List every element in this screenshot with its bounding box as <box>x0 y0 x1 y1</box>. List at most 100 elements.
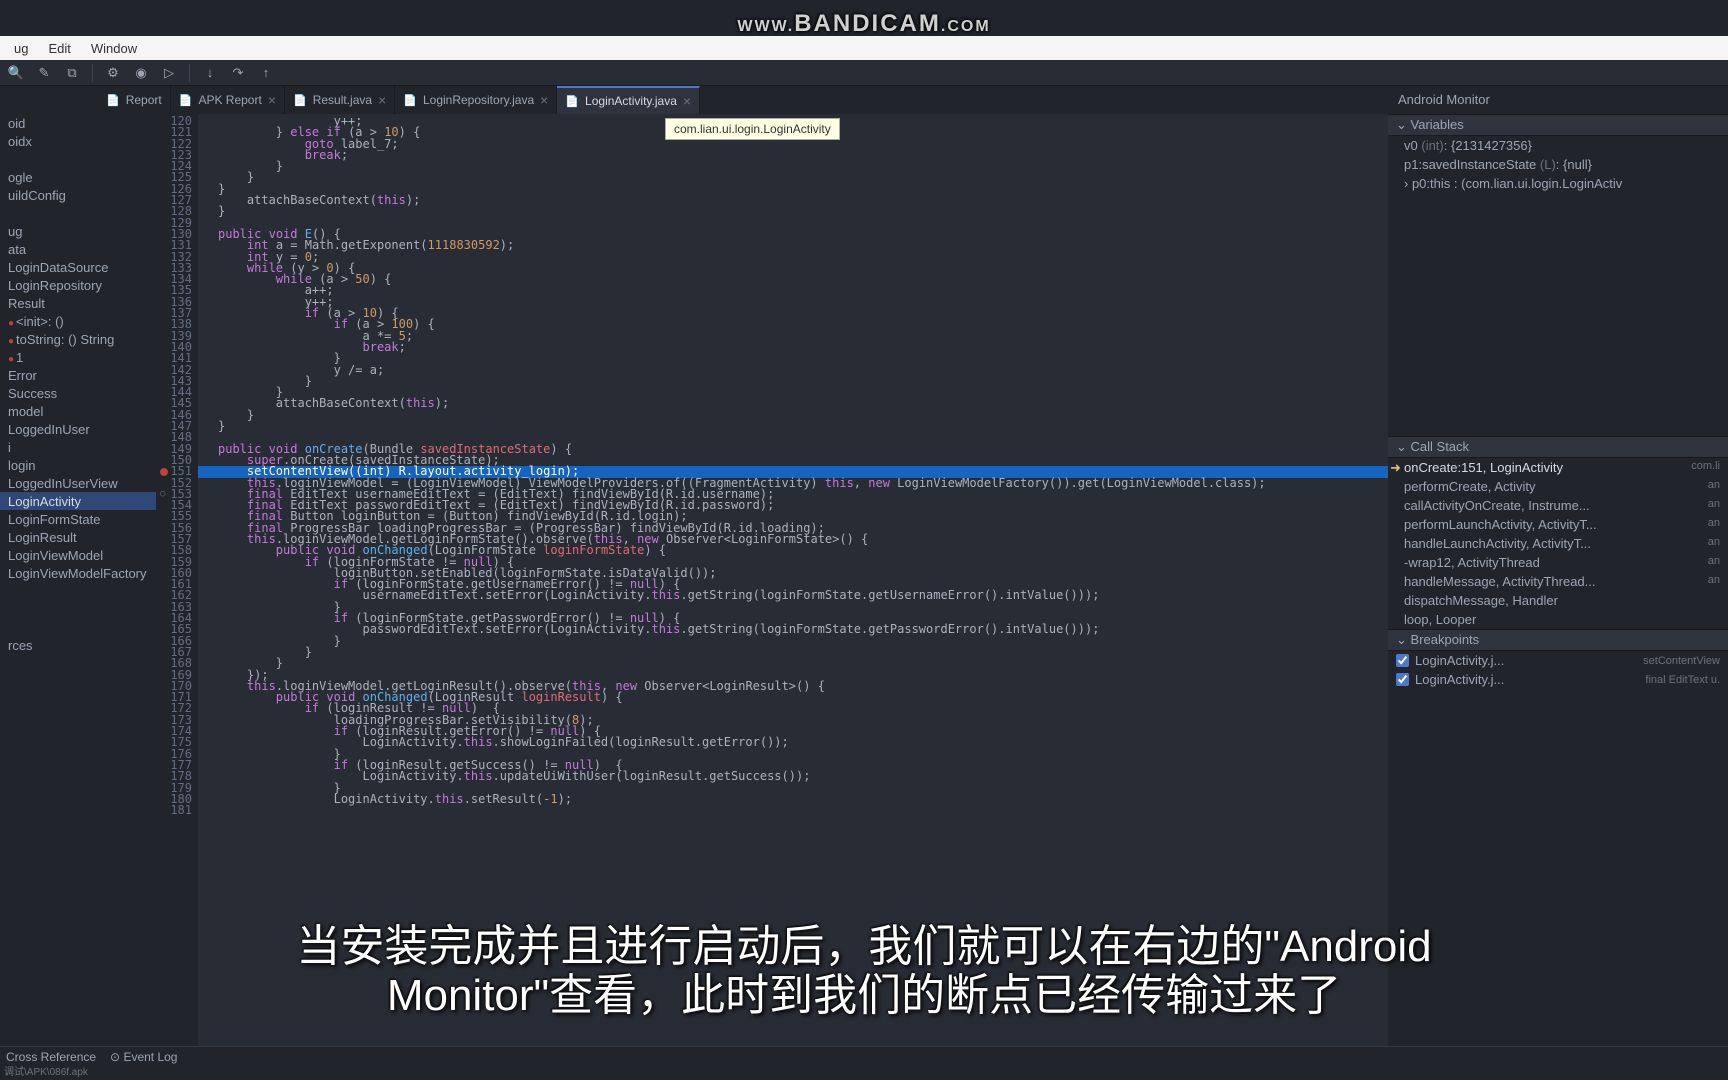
tree-item[interactable] <box>0 600 156 618</box>
tree-item[interactable]: login <box>0 456 156 474</box>
breakpoints-section-header[interactable]: Breakpoints <box>1388 629 1728 651</box>
code-line[interactable]: break; <box>198 150 1388 161</box>
callstack-section-header[interactable]: Call Stack <box>1388 436 1728 458</box>
code-line[interactable]: passwordEditText.setError(LoginActivity.… <box>198 624 1388 635</box>
line-number[interactable]: 181 <box>156 805 192 816</box>
tab-loginactivity-java[interactable]: 📄LoginActivity.java× <box>557 86 700 114</box>
menu-debug[interactable]: ug <box>4 41 38 56</box>
tree-item[interactable]: LoginViewModel <box>0 546 156 564</box>
code-line[interactable]: LoginActivity.this.setResult(-1); <box>198 794 1388 805</box>
code-line[interactable]: } <box>198 421 1388 432</box>
code-line[interactable]: } <box>198 172 1388 183</box>
tree-item[interactable] <box>0 150 156 168</box>
menu-window[interactable]: Window <box>81 41 147 56</box>
tree-item[interactable]: oid <box>0 114 156 132</box>
breakpoint-checkbox[interactable] <box>1396 673 1409 686</box>
copy-icon[interactable]: ⧉ <box>64 65 80 81</box>
record-icon[interactable]: ◉ <box>133 65 149 81</box>
tree-item[interactable] <box>0 204 156 222</box>
tree-item[interactable]: Success <box>0 384 156 402</box>
tab-report[interactable]: 📄Report <box>98 86 171 114</box>
code-line[interactable]: } <box>198 410 1388 421</box>
tree-item[interactable]: ogle <box>0 168 156 186</box>
code-editor[interactable]: y++; } else if (a > 10) { goto label_7; … <box>198 114 1388 1048</box>
tree-item[interactable]: Error <box>0 366 156 384</box>
tab-result-java[interactable]: 📄Result.java× <box>285 86 395 114</box>
search-icon[interactable]: 🔍 <box>8 65 24 81</box>
tree-item[interactable]: i <box>0 438 156 456</box>
tree-item[interactable]: oidx <box>0 132 156 150</box>
stack-frame[interactable]: handleLaunchActivity, ActivityT...an <box>1388 534 1728 553</box>
code-line[interactable]: } <box>198 161 1388 172</box>
tree-item[interactable]: uildConfig <box>0 186 156 204</box>
breakpoint-checkbox[interactable] <box>1396 654 1409 667</box>
step-over-icon[interactable]: ↷ <box>230 65 246 81</box>
project-tree[interactable]: oidoidx ogleuildConfig ugataLoginDataSourc… <box>0 114 156 1048</box>
tree-item[interactable]: LoggedInUser <box>0 420 156 438</box>
menu-edit[interactable]: Edit <box>38 41 80 56</box>
variables-section-header[interactable]: Variables <box>1388 114 1728 136</box>
tree-item[interactable]: LoginFormState <box>0 510 156 528</box>
code-line[interactable]: } <box>198 658 1388 669</box>
close-icon[interactable]: × <box>268 92 276 108</box>
tree-item[interactable]: LoggedInUserView <box>0 474 156 492</box>
tree-item[interactable] <box>0 582 156 600</box>
tree-item[interactable]: 1 <box>0 348 156 366</box>
variable-item[interactable]: v0 (int): {2131427356} <box>1388 136 1728 155</box>
code-line[interactable]: LoginActivity.this.showLoginFailed(login… <box>198 737 1388 748</box>
code-line[interactable]: int y = 0; <box>198 252 1388 263</box>
code-line[interactable]: } <box>198 636 1388 647</box>
code-line[interactable]: a++; <box>198 285 1388 296</box>
code-line[interactable]: goto label_7; <box>198 139 1388 150</box>
code-line[interactable] <box>198 805 1388 816</box>
tree-item[interactable]: LoginResult <box>0 528 156 546</box>
close-icon[interactable]: × <box>540 92 548 108</box>
line-gutter[interactable]: 1201211221231241251261271281291301311321… <box>156 114 198 1048</box>
stack-frame[interactable]: onCreate:151, LoginActivitycom.li <box>1388 458 1728 477</box>
code-line[interactable]: break; <box>198 342 1388 353</box>
variable-item[interactable]: p1:savedInstanceState (L): {null} <box>1388 155 1728 174</box>
code-line[interactable]: attachBaseContext(this); <box>198 195 1388 206</box>
play-icon[interactable]: ▷ <box>161 65 177 81</box>
tree-item[interactable]: toString: () String <box>0 330 156 348</box>
breakpoint-item[interactable]: LoginActivity.j...setContentView <box>1388 651 1728 670</box>
code-line[interactable]: } <box>198 206 1388 217</box>
tree-item[interactable]: LoginViewModelFactory <box>0 564 156 582</box>
edit-icon[interactable]: ✎ <box>36 65 52 81</box>
code-line[interactable] <box>198 218 1388 229</box>
tree-item[interactable]: ata <box>0 240 156 258</box>
tree-item[interactable]: Result <box>0 294 156 312</box>
stack-frame[interactable]: -wrap12, ActivityThreadan <box>1388 553 1728 572</box>
code-line[interactable]: usernameEditText.setError(LoginActivity.… <box>198 590 1388 601</box>
tree-item[interactable] <box>0 618 156 636</box>
code-line[interactable]: y /= a; <box>198 365 1388 376</box>
close-icon[interactable]: × <box>683 93 691 109</box>
tree-item[interactable]: LoginDataSource <box>0 258 156 276</box>
code-line[interactable]: } <box>198 647 1388 658</box>
tab-apk-report[interactable]: 📄APK Report× <box>171 86 285 114</box>
tree-item[interactable]: LoginActivity <box>0 492 156 510</box>
cross-reference-link[interactable]: Cross Reference <box>6 1050 96 1064</box>
step-out-icon[interactable]: ↑ <box>258 65 274 81</box>
code-line[interactable]: attachBaseContext(this); <box>198 398 1388 409</box>
tree-item[interactable]: model <box>0 402 156 420</box>
code-line[interactable]: LoginActivity.this.updateUiWithUser(logi… <box>198 771 1388 782</box>
code-line[interactable]: while (a > 50) { <box>198 274 1388 285</box>
tree-item[interactable]: rces <box>0 636 156 654</box>
code-line[interactable]: } <box>198 376 1388 387</box>
variable-item[interactable]: p0:this : (com.lian.ui.login.LoginActiv <box>1388 174 1728 193</box>
stack-frame[interactable]: callActivityOnCreate, Instrume...an <box>1388 496 1728 515</box>
stack-frame[interactable]: performLaunchActivity, ActivityT...an <box>1388 515 1728 534</box>
tree-item[interactable]: ug <box>0 222 156 240</box>
breakpoint-item[interactable]: LoginActivity.j...final EditText u. <box>1388 670 1728 689</box>
event-log-link[interactable]: ⊙ Event Log <box>110 1050 177 1064</box>
stack-frame[interactable]: loop, Looper <box>1388 610 1728 629</box>
tab-loginrepository-java[interactable]: 📄LoginRepository.java× <box>395 86 557 114</box>
tree-item[interactable]: <init>: () <box>0 312 156 330</box>
stack-frame[interactable]: dispatchMessage, Handler <box>1388 591 1728 610</box>
settings-icon[interactable]: ⚙ <box>105 65 121 81</box>
code-line[interactable]: int a = Math.getExponent(1118830592); <box>198 240 1388 251</box>
stack-frame[interactable]: performCreate, Activityan <box>1388 477 1728 496</box>
step-into-icon[interactable]: ↓ <box>202 65 218 81</box>
close-icon[interactable]: × <box>378 92 386 108</box>
